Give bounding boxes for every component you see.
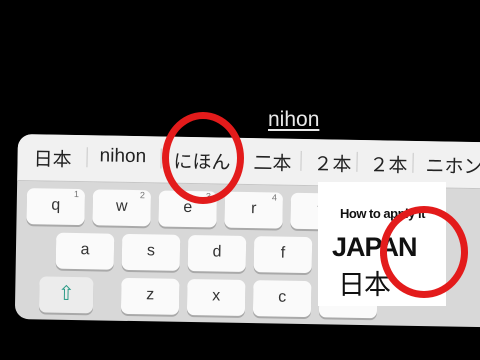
composing-text: nihon xyxy=(268,108,320,131)
suggestion-item[interactable]: ２本 xyxy=(369,150,407,178)
key-a[interactable]: a xyxy=(55,232,115,270)
key-hint: 4 xyxy=(271,192,278,203)
key-f[interactable]: f xyxy=(253,236,313,274)
suggestion-item[interactable]: 日本 xyxy=(33,144,71,172)
key-label: r xyxy=(250,200,257,218)
key-r[interactable]: r 4 xyxy=(224,191,284,229)
key-hint: 1 xyxy=(73,188,80,200)
shift-icon: ⇧ xyxy=(57,282,75,306)
highlight-circle xyxy=(162,112,244,204)
shift-key[interactable]: ⇧ xyxy=(38,276,94,314)
key-label: w xyxy=(115,197,128,215)
key-d[interactable]: d xyxy=(187,234,247,272)
key-label: q xyxy=(51,196,61,214)
key-s[interactable]: s xyxy=(121,233,181,271)
suggestion-item[interactable]: nihon xyxy=(99,145,146,168)
suggestion-item[interactable]: 二本 xyxy=(253,148,291,176)
key-w[interactable]: w 2 xyxy=(92,189,152,227)
key-q[interactable]: q 1 xyxy=(26,188,86,226)
key-hint: 2 xyxy=(139,190,146,201)
suggestion-item[interactable]: ２本 xyxy=(313,149,351,177)
overlay-kanji: 日本 xyxy=(338,270,391,300)
suggestion-item[interactable]: ニホン xyxy=(425,151,480,179)
key-x[interactable]: x xyxy=(186,278,246,316)
suggestion-bar: 日本 nihon にほん 二本 ２本 ２本 ニホン xyxy=(17,134,480,190)
key-z[interactable]: z xyxy=(120,277,180,315)
key-c[interactable]: c xyxy=(252,280,312,318)
highlight-circle xyxy=(380,206,468,298)
